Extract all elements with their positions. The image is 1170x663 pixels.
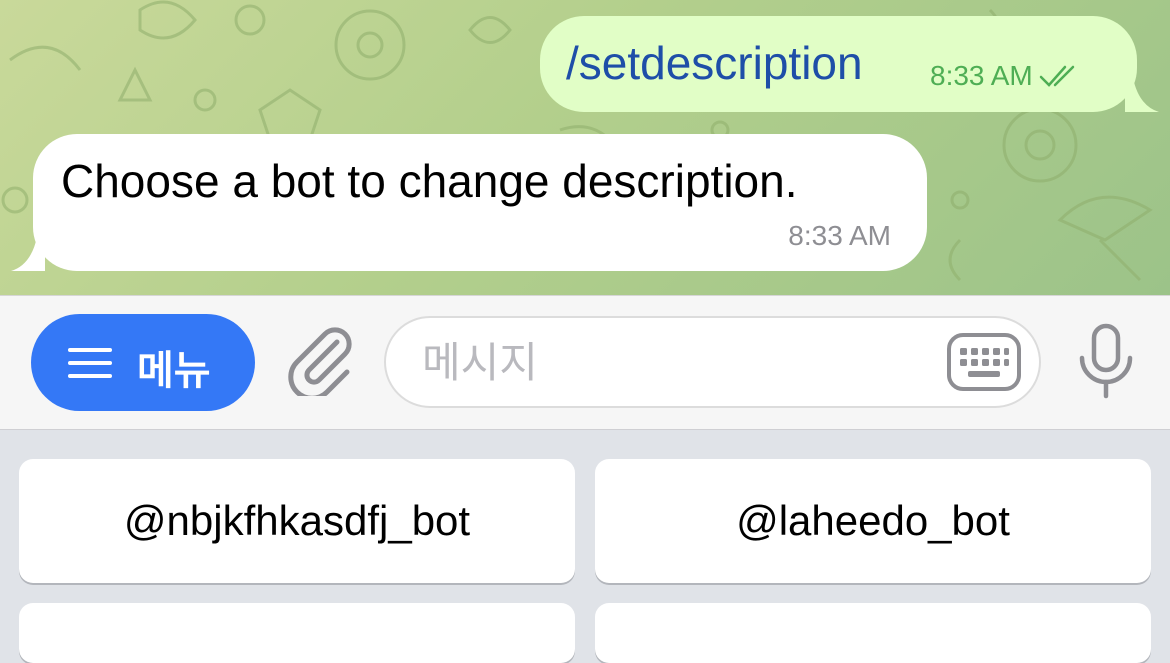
menu-button[interactable]: 메뉴 <box>31 314 255 411</box>
keyboard-button[interactable] <box>595 603 1151 663</box>
outgoing-message-text: /setdescription <box>566 37 863 89</box>
outgoing-message-meta: 8:33 AM <box>930 60 1083 92</box>
microphone-icon[interactable] <box>1077 322 1135 402</box>
double-check-icon <box>1039 65 1074 87</box>
input-bar: 메뉴 <box>0 295 1170 430</box>
keyboard-button-nbjkfhkasdfj-bot[interactable]: @nbjkfhkasdfj_bot <box>19 459 575 583</box>
keyboard-button[interactable] <box>19 603 575 663</box>
hamburger-icon <box>68 348 112 378</box>
keyboard-icon[interactable] <box>946 332 1022 392</box>
incoming-message-time: 8:33 AM <box>788 220 891 251</box>
outgoing-message-time: 8:33 AM <box>930 60 1033 91</box>
menu-button-label: 메뉴 <box>137 349 211 393</box>
paperclip-icon[interactable] <box>285 324 353 396</box>
message-input-field[interactable] <box>384 316 1041 408</box>
outgoing-message[interactable]: /setdescription 8:33 AM <box>540 16 1159 112</box>
incoming-message[interactable]: Choose a bot to change description. 8:33… <box>11 134 927 271</box>
bot-keyboard: @nbjkfhkasdfj_bot @laheedo_bot <box>0 430 1170 663</box>
keyboard-button-laheedo-bot[interactable]: @laheedo_bot <box>595 459 1151 583</box>
incoming-message-text: Choose a bot to change description. <box>61 155 798 207</box>
message-input[interactable] <box>420 332 944 394</box>
chat-area[interactable]: /setdescription 8:33 AM Choose a bot to … <box>0 0 1170 295</box>
